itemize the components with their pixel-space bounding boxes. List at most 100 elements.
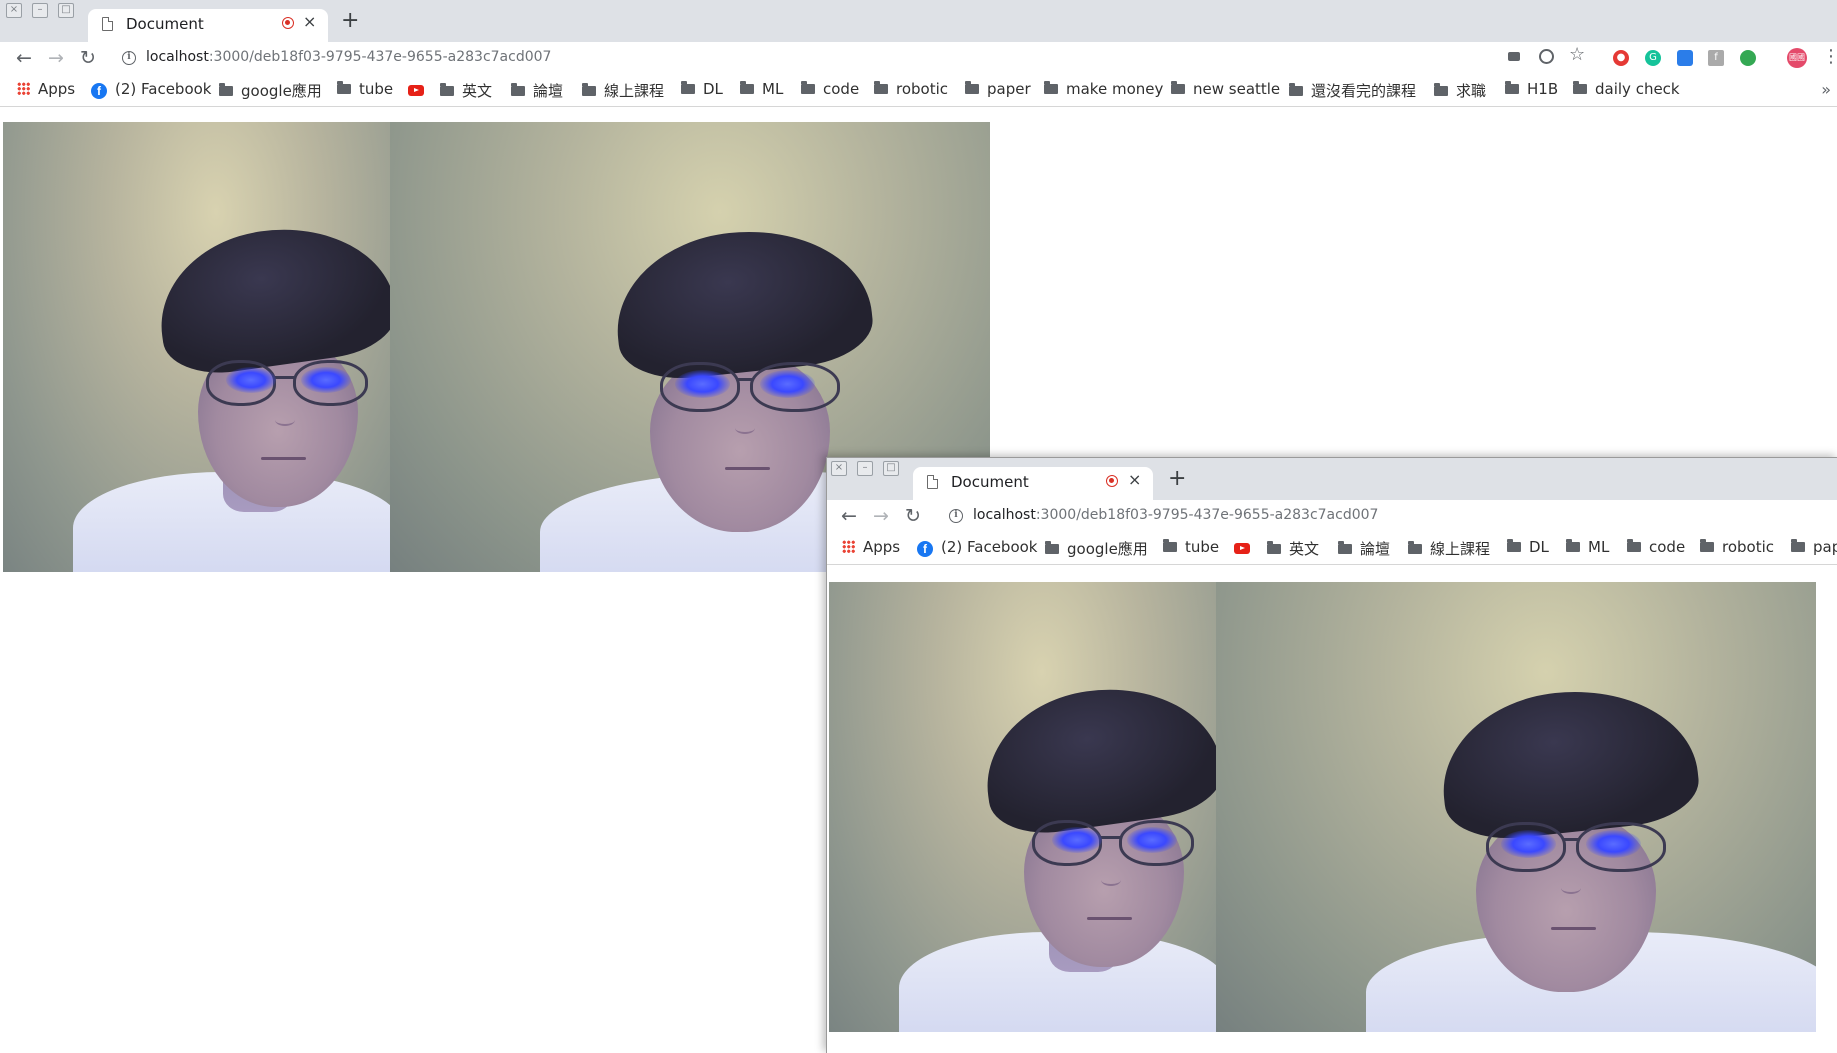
reload-button[interactable]: ↻ <box>901 504 925 528</box>
bookmark-folder[interactable]: robotic <box>1700 538 1774 556</box>
close-window-icon[interactable]: × <box>6 3 22 18</box>
bookmark-youtube[interactable] <box>1234 541 1250 559</box>
folder-icon <box>1044 81 1058 94</box>
green-ext-icon[interactable] <box>1740 50 1756 66</box>
bookmark-folder[interactable]: 線上課程 <box>582 80 664 101</box>
star-icon[interactable]: ☆ <box>1569 44 1585 65</box>
bookmark-facebook[interactable]: f (2) Facebook <box>917 538 1038 557</box>
folder-icon <box>1289 83 1303 96</box>
menu-icon[interactable]: ⋮ <box>1822 46 1837 67</box>
folder-icon <box>1791 539 1805 552</box>
browser-window-second: × – □ Document × + ← → ↻ i localhost:300… <box>826 457 1837 1053</box>
bookmark-folder[interactable]: 求職 <box>1434 80 1486 101</box>
bookmark-folder[interactable]: tube <box>1163 538 1219 556</box>
youtube-icon <box>1234 543 1250 554</box>
bookmark-folder[interactable]: google應用 <box>219 80 322 101</box>
zoom-icon[interactable] <box>1539 49 1554 64</box>
bookmark-folder[interactable]: ML <box>740 80 783 98</box>
camera-icon[interactable] <box>1508 52 1520 61</box>
new-tab-button[interactable]: + <box>341 10 359 32</box>
facebook-icon: f <box>917 541 933 557</box>
bookmark-folder[interactable]: 還沒看完的課程 <box>1289 80 1416 101</box>
folder-icon <box>1566 539 1580 552</box>
minimize-window-icon[interactable]: – <box>857 461 873 476</box>
folder-icon <box>1045 541 1059 554</box>
folder-icon <box>1505 81 1519 94</box>
new-tab-button[interactable]: + <box>1168 468 1186 490</box>
bookmark-folder[interactable]: make money <box>1044 80 1163 98</box>
back-button[interactable]: ← <box>837 504 861 528</box>
bookmark-folder[interactable]: code <box>1627 538 1685 556</box>
local-video <box>3 122 390 572</box>
adblock-icon[interactable]: ● <box>1613 50 1629 66</box>
bookmark-folder[interactable]: new seattle <box>1171 80 1280 98</box>
forward-button[interactable]: → <box>44 46 68 70</box>
minimize-window-icon[interactable]: – <box>32 3 48 18</box>
folder-icon <box>965 81 979 94</box>
close-tab-icon[interactable]: × <box>1128 470 1141 489</box>
bookmark-folder[interactable]: DL <box>1507 538 1549 556</box>
folder-icon <box>874 81 888 94</box>
bookmark-folder[interactable]: H1B <box>1505 80 1558 98</box>
local-video <box>829 582 1216 1032</box>
info-icon[interactable]: i <box>949 509 963 523</box>
close-tab-icon[interactable]: × <box>303 12 316 31</box>
bookmark-apps[interactable]: Apps <box>842 538 900 556</box>
url-text[interactable]: localhost:3000/deb18f03-9795-437e-9655-a… <box>146 49 551 65</box>
bookmark-apps[interactable]: Apps <box>17 80 75 98</box>
recording-icon <box>1106 475 1118 487</box>
bookmark-folder[interactable]: 英文 <box>1267 538 1319 559</box>
bookmark-facebook[interactable]: f (2) Facebook <box>91 80 212 99</box>
address-bar[interactable]: i localhost:3000/deb18f03-9795-437e-9655… <box>112 45 1532 73</box>
bookmark-folder[interactable]: 論壇 <box>511 80 563 101</box>
extension-icon[interactable] <box>1677 50 1693 66</box>
address-bar[interactable]: i localhost:3000/deb18f03-9795-437e-9655… <box>939 503 1837 531</box>
back-button[interactable]: ← <box>12 46 36 70</box>
folder-icon <box>337 81 351 94</box>
folder-icon <box>582 83 596 96</box>
bookmark-folder[interactable]: DL <box>681 80 723 98</box>
bookmark-folder[interactable]: tube <box>337 80 393 98</box>
bookmark-folder[interactable]: google應用 <box>1045 538 1148 559</box>
folder-icon <box>219 83 233 96</box>
more-bookmarks-icon[interactable]: » <box>1821 80 1831 99</box>
document-icon <box>927 475 938 489</box>
bookmark-folder[interactable]: pap <box>1791 538 1837 556</box>
bookmark-folder[interactable]: 線上課程 <box>1408 538 1490 559</box>
folder-icon <box>1627 539 1641 552</box>
bookmark-folder[interactable]: code <box>801 80 859 98</box>
forward-button[interactable]: → <box>869 504 893 528</box>
bookmark-folder[interactable]: ML <box>1566 538 1609 556</box>
info-icon[interactable]: i <box>122 51 136 65</box>
folder-icon <box>801 81 815 94</box>
document-icon <box>102 17 113 31</box>
folder-icon <box>1171 81 1185 94</box>
bookmark-folder[interactable]: 論壇 <box>1338 538 1390 559</box>
bookmark-folder[interactable]: paper <box>965 80 1031 98</box>
tab-strip: × – □ Document × + <box>0 0 1837 42</box>
tab-document[interactable]: Document × <box>913 467 1153 500</box>
maximize-window-icon[interactable]: □ <box>58 3 74 18</box>
bookmark-youtube[interactable] <box>408 83 424 101</box>
bookmarks-bar: Apps f (2) Facebook google應用 tube 英文 論壇 線… <box>0 76 1837 107</box>
facebook-ext-icon[interactable]: f <box>1708 50 1724 66</box>
folder-icon <box>1338 541 1352 554</box>
folder-icon <box>511 83 525 96</box>
tab-document[interactable]: Document × <box>88 9 328 42</box>
folder-icon <box>1507 539 1521 552</box>
folder-icon <box>440 83 454 96</box>
bookmark-folder[interactable]: daily check <box>1573 80 1680 98</box>
reload-button[interactable]: ↻ <box>76 46 100 70</box>
maximize-window-icon[interactable]: □ <box>883 461 899 476</box>
grammarly-icon[interactable]: G <box>1645 50 1661 66</box>
remote-video <box>1216 582 1816 1032</box>
bookmark-folder[interactable]: 英文 <box>440 80 492 101</box>
folder-icon <box>1163 539 1177 552</box>
folder-icon <box>1434 83 1448 96</box>
folder-icon <box>1408 541 1422 554</box>
url-text[interactable]: localhost:3000/deb18f03-9795-437e-9655-a… <box>973 507 1378 523</box>
close-window-icon[interactable]: × <box>831 461 847 476</box>
profile-avatar[interactable]: 國國 <box>1787 48 1807 68</box>
bookmark-folder[interactable]: robotic <box>874 80 948 98</box>
folder-icon <box>681 81 695 94</box>
